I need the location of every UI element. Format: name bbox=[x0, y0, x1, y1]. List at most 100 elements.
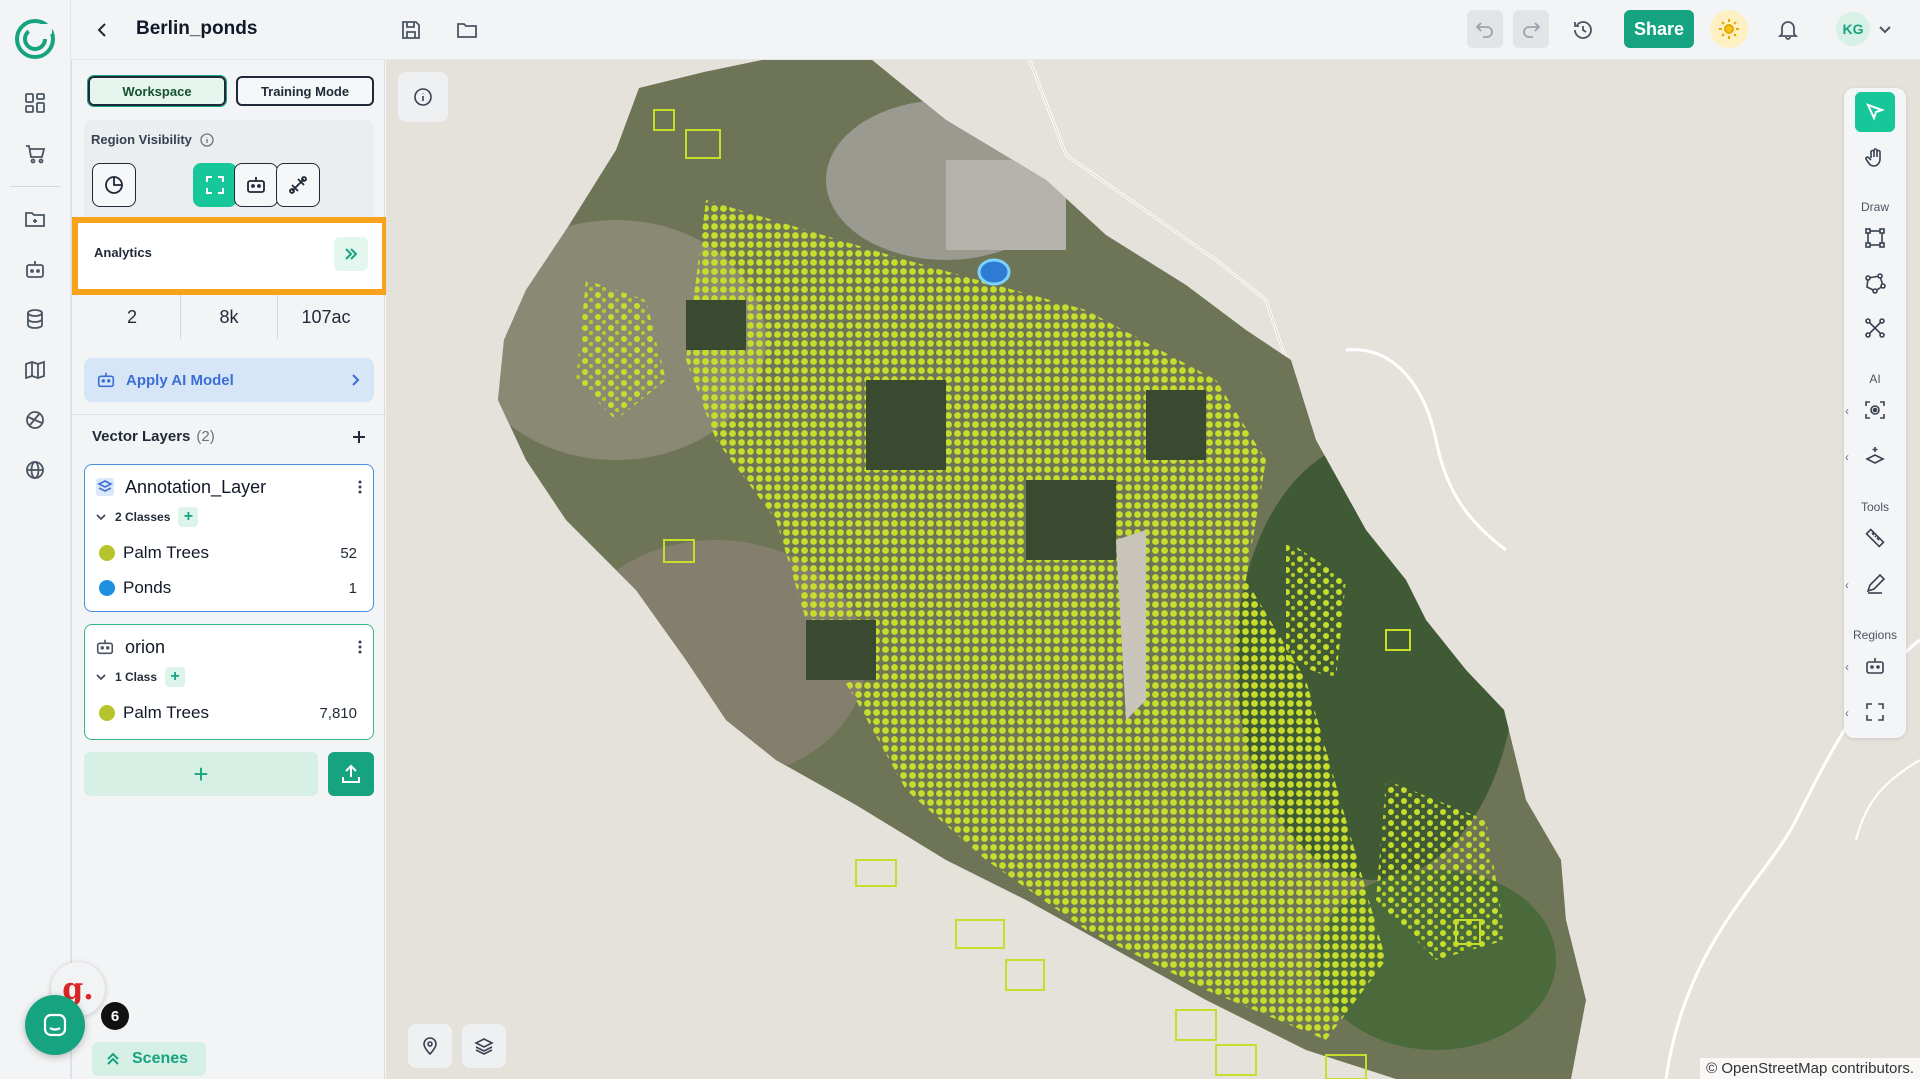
map-attribution[interactable]: © OpenStreetMap contributors. bbox=[1700, 1058, 1920, 1079]
polygon-visibility-button[interactable] bbox=[276, 163, 320, 207]
history-icon[interactable] bbox=[1567, 14, 1599, 46]
measure-tool[interactable] bbox=[1855, 518, 1895, 558]
objects-stat: 8k bbox=[181, 295, 278, 339]
ai-detect-tool[interactable] bbox=[1855, 390, 1895, 430]
database-icon[interactable] bbox=[20, 304, 50, 334]
region-ai-tool[interactable] bbox=[1855, 646, 1895, 686]
chevron-left-icon[interactable]: ‹ bbox=[1845, 578, 1849, 592]
polygon-icon bbox=[1865, 273, 1886, 294]
top-bar: Berlin_ponds Share KG bbox=[71, 0, 1920, 60]
sun-icon bbox=[1719, 19, 1739, 39]
more-vertical-icon[interactable] bbox=[357, 479, 363, 495]
layer-card-orion[interactable]: orion 1 Class + Palm Trees 7,810 bbox=[84, 624, 374, 740]
draw-freeform-tool[interactable] bbox=[1855, 308, 1895, 348]
folder-open-icon[interactable] bbox=[451, 14, 483, 46]
plus-icon bbox=[353, 431, 365, 443]
pie-visibility-button[interactable] bbox=[92, 163, 136, 207]
save-icon[interactable] bbox=[395, 14, 427, 46]
draw-rectangle-tool[interactable] bbox=[1855, 218, 1895, 258]
undo-button[interactable] bbox=[1467, 10, 1503, 48]
ai-segment-tool[interactable] bbox=[1855, 436, 1895, 476]
left-rail bbox=[0, 0, 71, 1079]
training-mode-button[interactable]: Training Mode bbox=[236, 76, 374, 106]
class-row[interactable]: Palm Trees 52 bbox=[99, 541, 357, 565]
share-button[interactable]: Share bbox=[1624, 10, 1694, 48]
robot-icon bbox=[97, 372, 115, 388]
redo-button[interactable] bbox=[1513, 10, 1549, 48]
add-class-button[interactable]: + bbox=[165, 667, 186, 687]
vector-layers-header: Vector Layers (2) bbox=[92, 428, 215, 445]
divider bbox=[72, 414, 386, 415]
chevron-left-icon[interactable]: ‹ bbox=[1845, 404, 1849, 418]
chevron-down-icon bbox=[96, 514, 106, 521]
info-icon[interactable] bbox=[200, 132, 214, 147]
class-color-dot bbox=[99, 705, 115, 721]
pan-tool[interactable] bbox=[1855, 138, 1895, 178]
chevron-down-icon bbox=[96, 674, 106, 681]
edit-tool[interactable] bbox=[1855, 564, 1895, 604]
rail-divider bbox=[10, 186, 60, 187]
side-panel: Workspace Training Mode Region Visibilit… bbox=[71, 60, 388, 1079]
back-icon[interactable] bbox=[89, 16, 117, 44]
full-extent-visibility-button[interactable] bbox=[193, 163, 237, 207]
class-row[interactable]: Ponds 1 bbox=[99, 576, 357, 600]
add-layer-button[interactable]: + bbox=[84, 752, 318, 796]
user-menu[interactable]: KG bbox=[1836, 12, 1902, 46]
classes-count-label: 2 Classes bbox=[115, 510, 171, 524]
globe-icon[interactable] bbox=[20, 455, 50, 485]
redo-icon bbox=[1523, 22, 1541, 38]
globe-grid-icon[interactable] bbox=[20, 405, 50, 435]
vector-layers-count: (2) bbox=[196, 428, 215, 445]
double-chevron-right-icon bbox=[345, 248, 358, 260]
cart-icon[interactable] bbox=[20, 139, 50, 169]
layer-card-annotation[interactable]: Annotation_Layer 2 Classes + Palm Trees … bbox=[84, 464, 374, 612]
workspace-button[interactable]: Workspace bbox=[87, 75, 227, 107]
ai-section-label: AI bbox=[1869, 372, 1881, 386]
layer-classes-toggle[interactable]: 2 Classes + bbox=[95, 507, 199, 527]
vector-nodes-icon bbox=[1865, 318, 1885, 338]
classes-stat: 2 bbox=[84, 295, 181, 339]
class-name: Palm Trees bbox=[123, 543, 209, 562]
folder-icon[interactable] bbox=[20, 204, 50, 234]
class-row[interactable]: Palm Trees 7,810 bbox=[99, 701, 357, 725]
tools-section-label: Tools bbox=[1860, 500, 1889, 514]
chat-unread-count: 6 bbox=[101, 1002, 129, 1030]
double-chevron-up-icon bbox=[107, 1052, 119, 1065]
add-vector-layer-button[interactable] bbox=[346, 424, 372, 450]
layer-name: Annotation_Layer bbox=[125, 476, 267, 497]
map-icon[interactable] bbox=[20, 355, 50, 385]
map-info-button[interactable] bbox=[398, 72, 448, 122]
analytics-stats: 2 8k 107ac bbox=[84, 295, 374, 339]
more-vertical-icon[interactable] bbox=[357, 639, 363, 655]
robot-visibility-button[interactable] bbox=[234, 163, 278, 207]
focus-scan-icon bbox=[1865, 401, 1885, 419]
region-extent-tool[interactable] bbox=[1855, 692, 1895, 732]
expand-icon bbox=[206, 176, 224, 194]
pencil-icon bbox=[1866, 573, 1886, 594]
chat-launcher[interactable] bbox=[25, 995, 85, 1055]
chevron-left-icon[interactable]: ‹ bbox=[1845, 706, 1849, 720]
layer-classes-toggle[interactable]: 1 Class + bbox=[95, 667, 186, 687]
draw-polygon-tool[interactable] bbox=[1855, 263, 1895, 303]
layers-button[interactable] bbox=[462, 1024, 506, 1068]
location-pin-button[interactable] bbox=[408, 1024, 452, 1068]
select-tool[interactable] bbox=[1855, 92, 1895, 132]
theme-toggle[interactable] bbox=[1710, 10, 1748, 48]
apply-ai-model-button[interactable]: Apply AI Model bbox=[84, 358, 374, 402]
scenes-button[interactable]: Scenes bbox=[92, 1042, 206, 1076]
map-canvas[interactable]: © OpenStreetMap contributors. bbox=[386, 60, 1920, 1079]
chevron-left-icon[interactable]: ‹ bbox=[1845, 450, 1849, 464]
avatar: KG bbox=[1836, 12, 1870, 46]
layer-header: orion bbox=[95, 635, 363, 659]
bell-icon[interactable] bbox=[1771, 12, 1805, 46]
add-class-button[interactable]: + bbox=[178, 507, 199, 527]
dashboard-icon[interactable] bbox=[20, 88, 50, 118]
analytics-expand-button[interactable] bbox=[334, 237, 368, 271]
app-logo[interactable] bbox=[14, 18, 56, 60]
upload-button[interactable] bbox=[328, 752, 374, 796]
ruler-icon bbox=[1865, 528, 1885, 548]
class-count: 7,810 bbox=[319, 704, 357, 722]
chevron-left-icon[interactable]: ‹ bbox=[1845, 660, 1849, 674]
class-name: Ponds bbox=[123, 578, 172, 597]
robot-icon[interactable] bbox=[20, 254, 50, 284]
